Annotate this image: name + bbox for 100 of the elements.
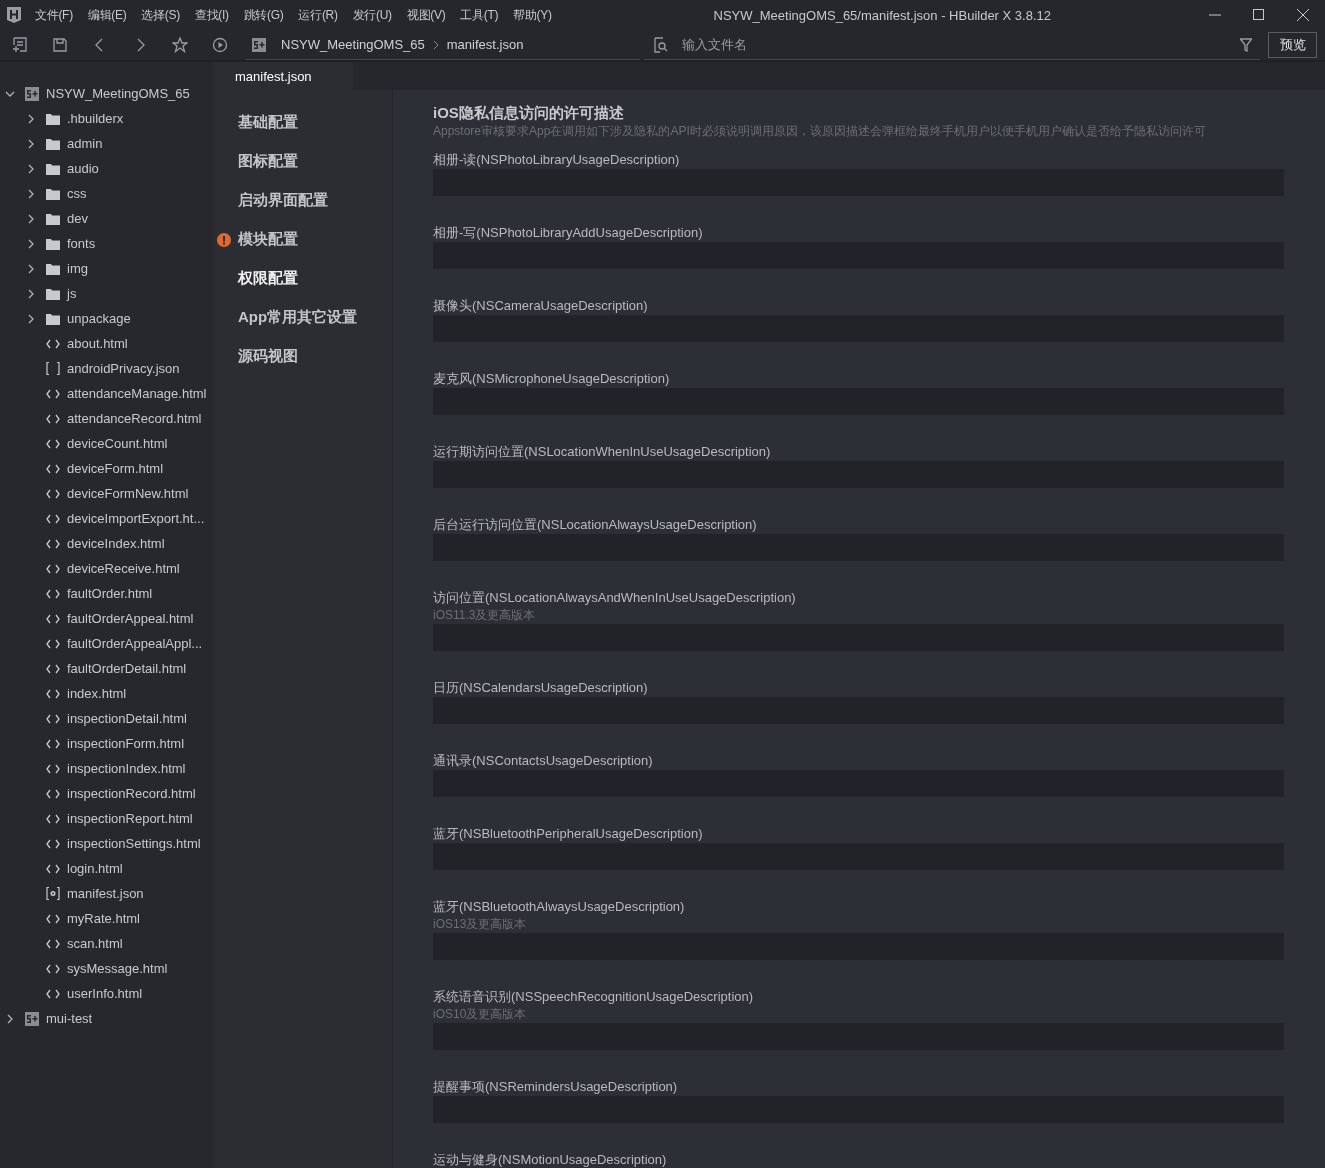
tree-item[interactable]: NSYW_MeetingOMS_65 [46, 86, 190, 101]
file-search-field[interactable]: 输入文件名 [680, 36, 1228, 53]
tree-item[interactable]: attendanceManage.html [67, 386, 207, 401]
chevron-right-icon[interactable] [5, 1013, 15, 1024]
save-icon [52, 37, 68, 53]
tree-item[interactable]: deviceCount.html [67, 436, 168, 451]
folder-icon [46, 111, 60, 126]
chevron-right-icon[interactable] [26, 288, 36, 299]
tree-item[interactable]: faultOrderAppealAppl... [67, 636, 203, 651]
close-icon [1297, 9, 1309, 21]
tree-item[interactable]: index.html [67, 686, 127, 701]
menu-item[interactable]: 视图(V) [406, 6, 446, 24]
chevron-right-icon[interactable] [26, 263, 36, 274]
field-label: 相册-写(NSPhotoLibraryAddUsageDescription) [433, 224, 704, 242]
tree-item[interactable]: scan.html [67, 936, 123, 951]
chevron-right-icon [432, 39, 439, 50]
breadcrumb-item[interactable]: NSYW_MeetingOMS_65 [281, 37, 425, 52]
tree-item[interactable]: img [67, 261, 88, 276]
tree-item[interactable]: js [67, 286, 77, 301]
star-icon [172, 37, 188, 53]
chevron-right-icon[interactable] [26, 188, 36, 199]
maximize-icon [1253, 9, 1265, 21]
tree-item[interactable]: login.html [67, 861, 123, 876]
menu-item[interactable]: 查找(I) [194, 6, 229, 24]
folder-icon [46, 186, 60, 201]
tree-item[interactable]: deviceImportExport.ht... [67, 511, 205, 526]
chevron-right-icon[interactable] [26, 138, 36, 149]
chevron-right-icon[interactable] [26, 313, 36, 324]
field-label: 相册-读(NSPhotoLibraryUsageDescription) [433, 151, 681, 169]
tree-item[interactable]: css [67, 186, 87, 201]
menu-item[interactable]: 文件(F) [35, 6, 73, 24]
tree-item[interactable]: inspectionReport.html [67, 811, 193, 826]
config-nav-item[interactable]: 模块配置 [213, 220, 392, 259]
editor-tab[interactable]: manifest.json [213, 62, 353, 90]
field-label: 麦克风(NSMicrophoneUsageDescription) [433, 370, 671, 388]
tree-item[interactable]: unpackage [67, 311, 131, 326]
menu-item[interactable]: 选择(S) [141, 6, 180, 24]
tree-item[interactable]: userInfo.html [67, 986, 143, 1001]
chevron-right-icon[interactable] [26, 213, 36, 224]
config-nav-item[interactable]: 启动界面配置 [213, 181, 392, 220]
config-nav-item[interactable]: 权限配置 [213, 259, 392, 298]
app-logo-icon [7, 7, 21, 23]
menu-item[interactable]: 跳转(G) [243, 6, 284, 24]
field-label: 运动与健身(NSMotionUsageDescription) [433, 1151, 668, 1168]
menu-item[interactable]: 发行(U) [352, 6, 392, 24]
config-nav-item[interactable]: 源码视图 [213, 337, 392, 376]
tree-item[interactable]: faultOrder.html [67, 586, 153, 601]
tree-item[interactable]: inspectionDetail.html [67, 711, 187, 726]
tree-item[interactable]: audio [67, 161, 99, 176]
tree-item[interactable]: mui-test [46, 1011, 93, 1026]
tree-item[interactable]: androidPrivacy.json [67, 361, 180, 376]
field-label: 通讯录(NSContactsUsageDescription) [433, 752, 654, 770]
preview-button[interactable]: 预览 [1268, 32, 1317, 58]
menu-item[interactable]: 编辑(E) [87, 6, 127, 24]
folder-icon [46, 161, 60, 176]
tree-item[interactable]: deviceReceive.html [67, 561, 180, 576]
tree-item[interactable]: deviceFormNew.html [67, 486, 189, 501]
tree-item[interactable]: deviceIndex.html [67, 536, 165, 551]
tree-item[interactable]: inspectionSettings.html [67, 836, 201, 851]
folder-icon [46, 261, 60, 276]
tree-item[interactable]: sysMessage.html [67, 961, 168, 976]
chevron-right-icon[interactable] [26, 113, 36, 124]
tree-item[interactable]: attendanceRecord.html [67, 411, 202, 426]
project-icon [252, 37, 266, 52]
folder-icon [46, 236, 60, 251]
chevron-right-icon[interactable] [26, 238, 36, 249]
config-nav-item[interactable]: 基础配置 [213, 103, 392, 142]
tree-item[interactable]: fonts [67, 236, 96, 251]
tree-item[interactable]: admin [67, 136, 103, 151]
menu-item[interactable]: 工具(T) [460, 6, 499, 24]
folder-icon [46, 136, 60, 151]
field-label: 摄像头(NSCameraUsageDescription) [433, 297, 649, 315]
tree-item[interactable]: deviceForm.html [67, 461, 164, 476]
menu-item[interactable]: 帮助(Y) [513, 6, 552, 24]
brackets-icon [46, 361, 60, 376]
new-file-icon [12, 37, 28, 53]
config-nav-item[interactable]: 图标配置 [213, 142, 392, 181]
search-icon [652, 36, 668, 53]
tree-item[interactable]: faultOrderAppeal.html [67, 611, 194, 626]
menu-item[interactable]: 运行(R) [298, 6, 338, 24]
field-label: 提醒事项(NSRemindersUsageDescription) [433, 1078, 679, 1096]
tree-item[interactable]: about.html [67, 336, 128, 351]
tree-item[interactable]: inspectionForm.html [67, 736, 185, 751]
field-label: 系统语音识别(NSSpeechRecognitionUsageDescription) [433, 988, 755, 1006]
tree-item[interactable]: inspectionRecord.html [67, 786, 196, 801]
breadcrumb-item[interactable]: manifest.json [446, 37, 524, 52]
tree-item[interactable]: faultOrderDetail.html [67, 661, 187, 676]
folder-icon [46, 311, 60, 326]
tree-item[interactable]: .hbuilderx [67, 111, 124, 126]
filter-icon[interactable] [1240, 37, 1252, 52]
field-note: iOS10及更高版本 [433, 1006, 528, 1023]
field-note: iOS11.3及更高版本 [433, 607, 537, 624]
tree-item[interactable]: inspectionIndex.html [67, 761, 186, 776]
field-label: 后台运行访问位置(NSLocationAlwaysUsageDescription) [433, 516, 758, 534]
tree-item[interactable]: myRate.html [67, 911, 140, 926]
field-note: iOS13及更高版本 [433, 916, 528, 933]
chevron-right-icon[interactable] [26, 163, 36, 174]
tree-item[interactable]: dev [67, 211, 88, 226]
config-nav-item[interactable]: App常用其它设置 [213, 298, 392, 337]
tree-item[interactable]: manifest.json [67, 886, 144, 901]
